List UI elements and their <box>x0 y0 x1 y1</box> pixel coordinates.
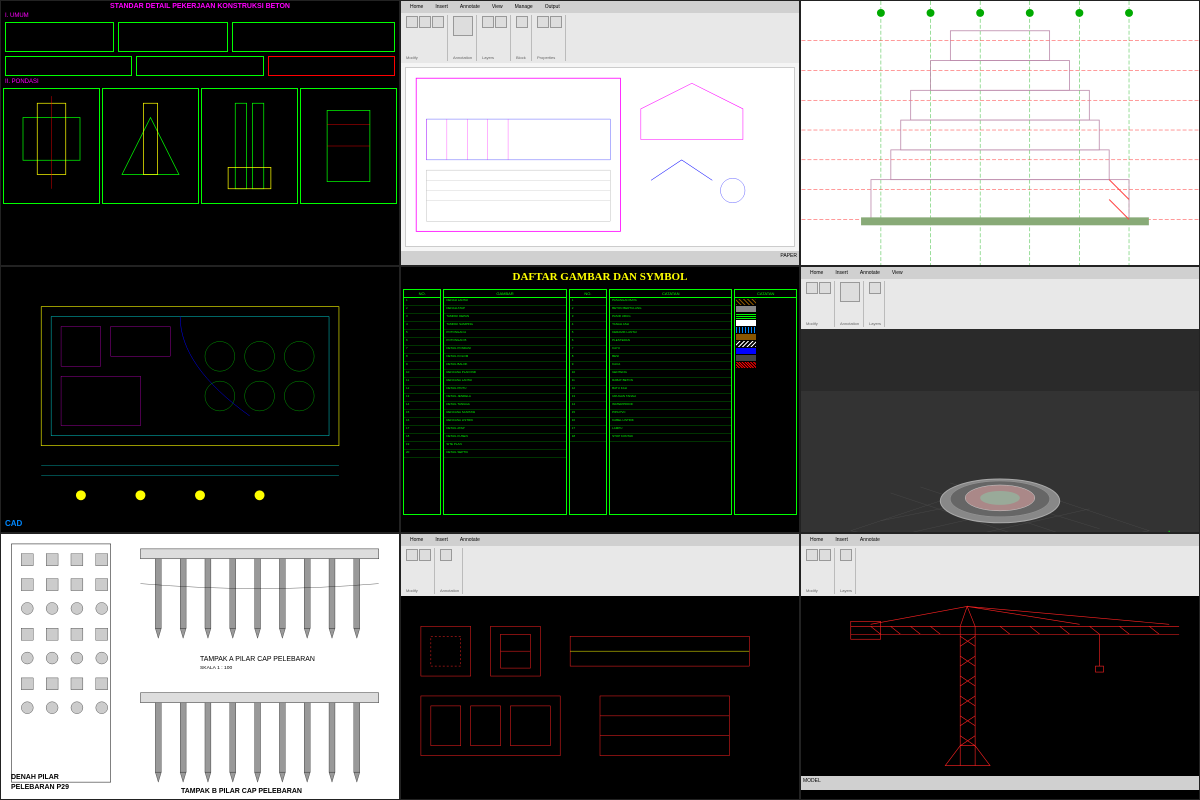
building-elevation <box>800 0 1200 266</box>
foundation-details <box>1 86 399 206</box>
plan-title-2: PELEBARAN P29 <box>11 784 69 791</box>
plan-title-1: DENAH PILAR <box>11 774 59 781</box>
spec-tables <box>1 20 399 54</box>
3d-viewport[interactable] <box>801 391 1199 533</box>
autocad-lift-detail: HomeInsertAnnotate ModifyAnnotation <box>400 533 800 800</box>
symbol-columns: NO. 1234567891011121314151617181920 GAMB… <box>401 287 799 517</box>
view-a-label: TAMPAK A PILAR CAP PELEBARAN <box>200 656 315 663</box>
view-b-label: TAMPAK B PILAR CAP PELEBARAN <box>181 788 302 795</box>
model-space: MODEL <box>803 778 821 788</box>
tab-home[interactable]: Home <box>407 3 426 11</box>
drawing-title: STANDAR DETAIL PEKERJAAN KONSTRUKSI BETO… <box>1 1 399 12</box>
autocad-pabrik: Home Insert Annotate View Manage Output … <box>400 0 800 266</box>
daftar-gambar: DAFTAR GAMBAR DAN SYMBOL NO. 12345678910… <box>400 266 800 533</box>
tab-output[interactable]: Output <box>542 3 563 11</box>
cad-detail-beton: STANDAR DETAIL PEKERJAAN KONSTRUKSI BETO… <box>0 0 400 266</box>
autocad-stadium: HomeInsertAnnotateView ModifyAnnotationL… <box>800 266 1200 533</box>
tab-annotate[interactable]: Annotate <box>457 3 483 11</box>
ribbon: Home Insert Annotate View Manage Output … <box>401 1 799 63</box>
cad-logo: CAD <box>5 519 22 528</box>
drawing-canvas[interactable] <box>405 67 795 247</box>
section-pondasi: II. PONDASI <box>1 78 399 86</box>
ribbon-tabs[interactable]: HomeInsertAnnotateView <box>801 267 1199 279</box>
svg-text:SKALA 1 : 100: SKALA 1 : 100 <box>200 665 232 671</box>
ribbon: HomeInsertAnnotate ModifyLayers <box>801 534 1199 596</box>
tab-view[interactable]: View <box>489 3 506 11</box>
status-bar: MODEL <box>801 776 1199 790</box>
status-bar: PAPER <box>401 251 799 265</box>
autocad-crane: HomeInsertAnnotate ModifyLayers <box>800 533 1200 800</box>
ribbon: HomeInsertAnnotate ModifyAnnotation <box>401 534 799 596</box>
tab-manage[interactable]: Manage <box>512 3 536 11</box>
list-header: DAFTAR GAMBAR DAN SYMBOL <box>401 267 799 287</box>
ribbon-tabs[interactable]: Home Insert Annotate View Manage Output <box>401 1 799 13</box>
pile-drawing: TAMPAK A PILAR CAP PELEBARAN SKALA 1 : 1… <box>0 533 400 800</box>
section-umum: I. UMUM <box>1 12 399 20</box>
status-space: PAPER <box>780 253 797 263</box>
drawing-canvas[interactable] <box>401 596 799 776</box>
spec-tables-2 <box>1 54 399 78</box>
ribbon: HomeInsertAnnotateView ModifyAnnotationL… <box>801 267 1199 329</box>
tab-insert[interactable]: Insert <box>432 3 451 11</box>
cad-floor-plan: CAD <box>0 266 400 533</box>
ribbon-tools: Modify Annotation Layers Block Propertie… <box>401 13 799 63</box>
drawing-canvas[interactable] <box>801 596 1199 776</box>
